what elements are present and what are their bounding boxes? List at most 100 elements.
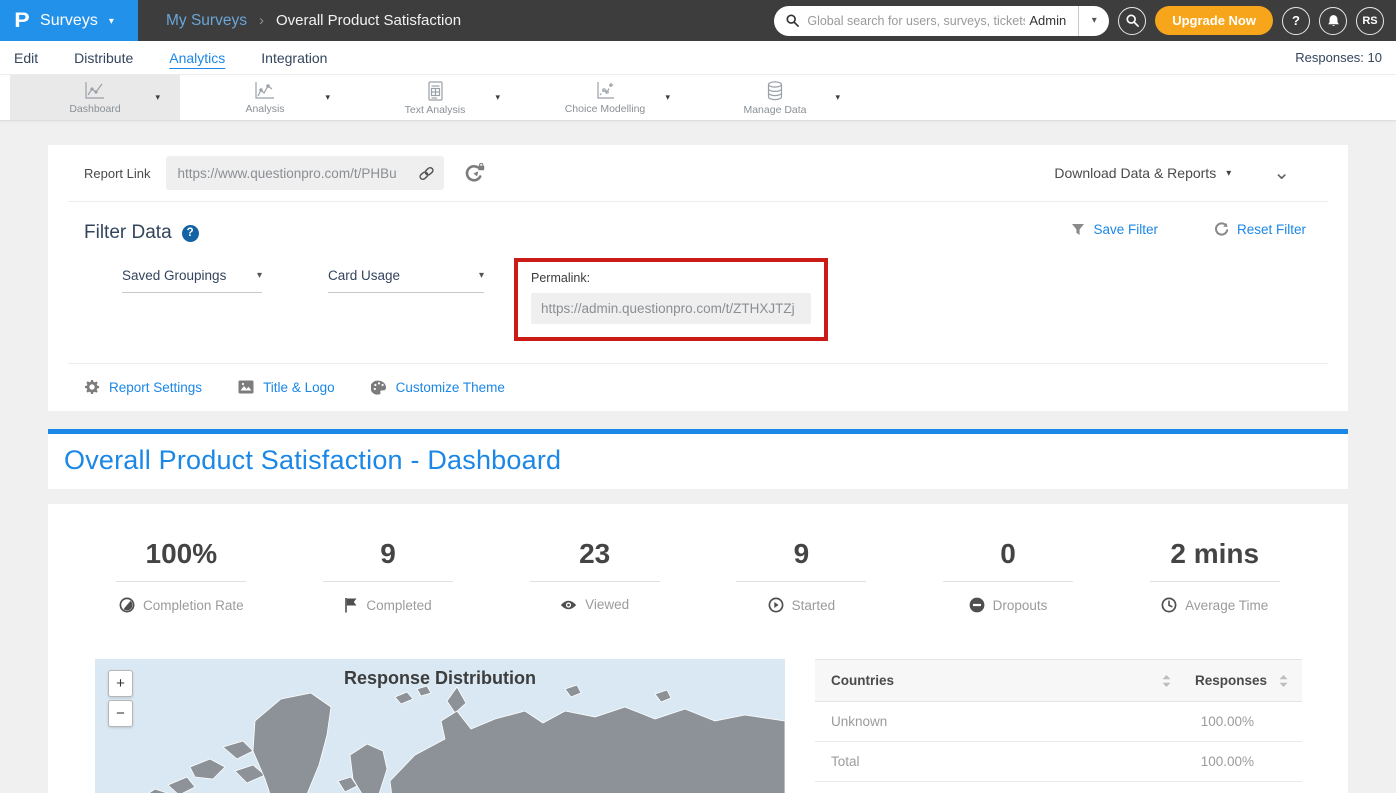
responses-count: Responses: 10 [1295, 50, 1382, 65]
search-scope-label[interactable]: Admin [1025, 13, 1078, 28]
tab-analysis[interactable]: Analysis ▾ [180, 75, 350, 120]
saved-groupings-dropdown[interactable]: Saved Groupings ▾ [122, 268, 262, 293]
map-zoom-in-button[interactable]: + [108, 670, 133, 697]
search-button[interactable] [1118, 7, 1146, 35]
save-filter-button[interactable]: Save Filter [1071, 222, 1158, 237]
breadcrumb-separator-icon: › [259, 12, 264, 29]
tab-label: Manage Data [743, 104, 806, 116]
report-link-url: https://www.questionpro.com/t/PHBu [177, 166, 418, 181]
stat-value: 0 [1000, 538, 1016, 570]
stat-label: Started [792, 598, 836, 613]
title-logo-label: Title & Logo [263, 380, 335, 395]
permalink-label: Permalink: [531, 271, 811, 285]
customize-theme-link[interactable]: Customize Theme [371, 380, 505, 395]
countries-column-header[interactable]: Countries [831, 673, 1162, 688]
choice-modelling-icon [593, 80, 617, 101]
database-icon [764, 80, 786, 102]
map-title: Response Distribution [95, 668, 785, 689]
divider [736, 581, 866, 582]
tab-manage-data[interactable]: Manage Data ▾ [690, 75, 860, 120]
nav-item-analytics[interactable]: Analytics [169, 50, 225, 66]
notifications-button[interactable] [1319, 7, 1347, 35]
divider [323, 581, 453, 582]
save-filter-label: Save Filter [1093, 222, 1158, 237]
report-row-actions: Download Data & Reports ▾ ⌄ [1054, 165, 1312, 181]
stat-dropouts: 0 Dropouts [905, 538, 1112, 613]
sort-icon[interactable] [1162, 675, 1171, 687]
customize-theme-label: Customize Theme [396, 380, 505, 395]
card-usage-label: Card Usage [328, 268, 400, 283]
caret-down-icon[interactable]: ▾ [835, 92, 840, 103]
product-menu[interactable]: P Surveys ▾ [0, 0, 138, 41]
image-icon [238, 380, 254, 394]
stat-value: 9 [794, 538, 810, 570]
responses-cell: 100.00% [1201, 754, 1286, 769]
lock-report-icon[interactable] [464, 163, 486, 184]
stat-completed: 9 Completed [285, 538, 492, 613]
report-link-field[interactable]: https://www.questionpro.com/t/PHBu [166, 156, 444, 190]
title-logo-link[interactable]: Title & Logo [238, 380, 335, 395]
report-link-row: Report Link https://www.questionpro.com/… [48, 145, 1348, 201]
stat-started: 9 Started [698, 538, 905, 613]
link-icon[interactable] [418, 165, 435, 182]
caret-down-icon[interactable]: ▾ [665, 92, 670, 103]
product-menu-label: Surveys [40, 12, 98, 30]
nav-item-edit[interactable]: Edit [14, 50, 38, 66]
completion-rate-icon [119, 597, 135, 613]
caret-down-icon[interactable]: ▾ [495, 92, 500, 103]
country-cell: Total [831, 754, 1201, 769]
divider [530, 581, 660, 582]
reset-filter-label: Reset Filter [1237, 222, 1306, 237]
response-distribution-map[interactable]: Response Distribution + − [95, 659, 785, 793]
caret-down-icon[interactable]: ▾ [325, 92, 330, 103]
tab-label: Dashboard [69, 103, 120, 115]
sort-icon[interactable] [1279, 675, 1288, 687]
search-scope-caret-icon[interactable]: ▾ [1079, 6, 1109, 36]
report-link-label: Report Link [84, 166, 150, 181]
stat-value: 9 [380, 538, 396, 570]
report-filter-card: Report Link https://www.questionpro.com/… [48, 145, 1348, 411]
gear-icon [84, 379, 100, 395]
filter-help-icon[interactable]: ? [182, 225, 199, 242]
collapse-panel-chevron-icon[interactable]: ⌄ [1273, 168, 1290, 178]
permalink-highlight-box: Permalink: https://admin.questionpro.com… [514, 258, 828, 341]
dashboard-card: 100% Completion Rate 9 Completed [48, 504, 1348, 793]
tab-dashboard[interactable]: Dashboard ▾ [10, 75, 180, 120]
analysis-chart-icon [253, 80, 277, 101]
divider [116, 581, 246, 582]
nav-item-integration[interactable]: Integration [261, 50, 327, 66]
permalink-field[interactable]: https://admin.questionpro.com/t/ZTHXJTZj [531, 293, 811, 324]
countries-table: Countries Responses Unknown 100.00% Tota… [815, 659, 1302, 793]
tab-text-analysis[interactable]: Text Analysis ▾ [350, 75, 520, 120]
card-usage-dropdown[interactable]: Card Usage ▾ [328, 268, 484, 293]
divider [943, 581, 1073, 582]
text-analysis-icon [424, 80, 446, 102]
report-settings-link[interactable]: Report Settings [84, 379, 202, 395]
caret-down-icon: ▾ [479, 270, 484, 281]
avatar[interactable]: RS [1356, 7, 1384, 35]
global-search-input[interactable] [807, 14, 1025, 28]
tab-label: Choice Modelling [565, 103, 646, 115]
report-settings-label: Report Settings [109, 380, 202, 395]
global-search: Admin ▾ [774, 6, 1109, 36]
divider [1150, 581, 1280, 582]
download-data-reports-menu[interactable]: Download Data & Reports ▾ [1054, 165, 1231, 181]
map-zoom-controls: + − [108, 670, 133, 727]
page-title: Overall Product Satisfaction - Dashboard [64, 445, 1332, 476]
reset-filter-button[interactable]: Reset Filter [1214, 222, 1306, 237]
map-zoom-out-button[interactable]: − [108, 700, 133, 727]
responses-column-header[interactable]: Responses [1195, 673, 1267, 688]
questionpro-logo-icon: P [14, 9, 29, 33]
upgrade-now-button[interactable]: Upgrade Now [1155, 6, 1273, 35]
nav-item-distribute[interactable]: Distribute [74, 50, 133, 66]
breadcrumb-my-surveys[interactable]: My Surveys [166, 12, 247, 30]
survey-nav: Edit Distribute Analytics Integration Re… [0, 41, 1396, 75]
caret-down-icon[interactable]: ▾ [155, 92, 160, 103]
palette-icon [371, 380, 387, 395]
help-button[interactable]: ? [1282, 7, 1310, 35]
countries-table-header: Countries Responses [815, 659, 1302, 702]
reset-icon [1214, 222, 1229, 237]
table-row: Unknown 100.00% [815, 702, 1302, 742]
tab-choice-modelling[interactable]: Choice Modelling ▾ [520, 75, 690, 120]
eye-icon [560, 599, 577, 611]
